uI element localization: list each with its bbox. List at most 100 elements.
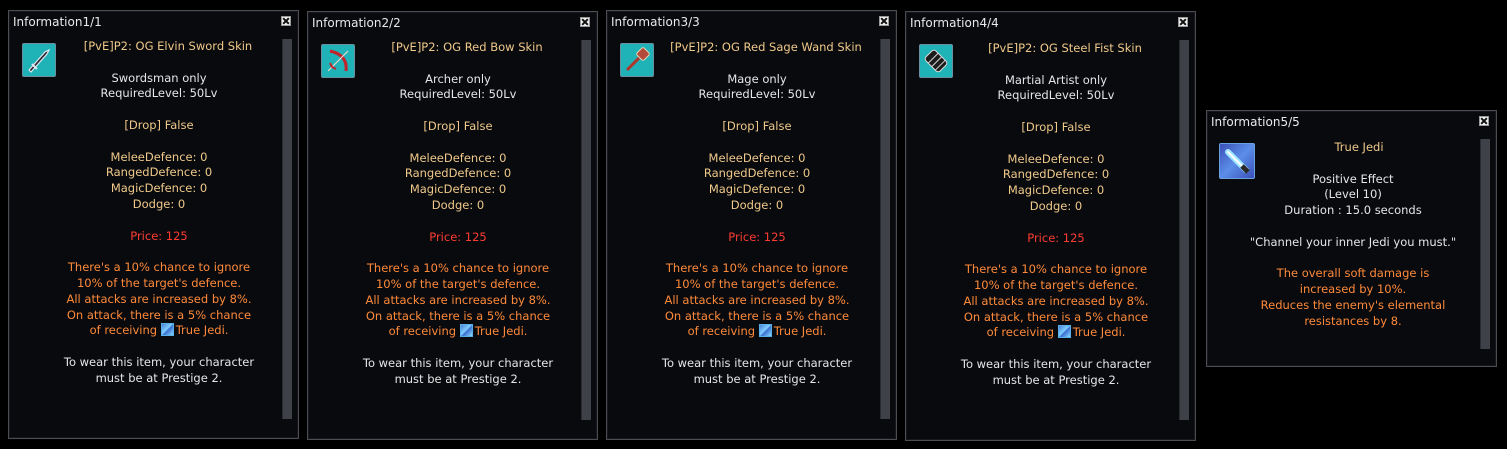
effect-line: On attack, there is a 5% chance bbox=[963, 309, 1149, 324]
magic-defence: MagicDefence: 0 bbox=[110, 181, 208, 196]
effect-line: There's a 10% chance to ignore bbox=[366, 261, 550, 276]
effect-line: 10% of the target's defence. bbox=[76, 275, 242, 290]
item-name: [PvE]P2: OG Elvin Sword Skin bbox=[83, 39, 253, 53]
price: Price: 125 bbox=[728, 229, 786, 244]
true-jedi-icon bbox=[1057, 325, 1071, 339]
close-icon[interactable] bbox=[1479, 116, 1489, 126]
dodge: Dodge: 0 bbox=[730, 197, 784, 212]
class-requirement: Archer only bbox=[425, 71, 491, 86]
dodge: Dodge: 0 bbox=[431, 197, 485, 212]
buff-quote: "Channel your inner Jedi you must." bbox=[1249, 234, 1457, 249]
level-requirement: RequiredLevel: 50Lv bbox=[399, 87, 517, 102]
wear-requirement: To wear this item, your character bbox=[960, 356, 1152, 371]
price: Price: 125 bbox=[429, 229, 487, 244]
level-requirement: RequiredLevel: 50Lv bbox=[698, 87, 816, 102]
true-jedi-icon bbox=[758, 324, 772, 338]
effect-line: All attacks are increased by 8%. bbox=[365, 292, 551, 307]
wear-requirement: To wear this item, your character bbox=[362, 355, 554, 370]
window-title: Information1/1 bbox=[13, 15, 102, 29]
item-info-window-1: Information1/1 [PvE]P2: OG Elvin Sword S… bbox=[8, 10, 299, 439]
close-icon[interactable] bbox=[879, 16, 889, 26]
effect-line: On attack, there is a 5% chance bbox=[365, 308, 551, 323]
drop-status: [Drop] False bbox=[1021, 119, 1091, 134]
effect-line: There's a 10% chance to ignore bbox=[67, 260, 251, 275]
scrollbar[interactable] bbox=[1480, 139, 1490, 349]
dodge: Dodge: 0 bbox=[1029, 198, 1083, 213]
drop-status: [Drop] False bbox=[722, 118, 792, 133]
buff-level: (Level 10) bbox=[1324, 187, 1382, 202]
ranged-defence: RangedDefence: 0 bbox=[404, 166, 512, 181]
wear-requirement: must be at Prestige 2. bbox=[693, 371, 821, 386]
buff-effect-line: Reduces the enemy's elemental bbox=[1260, 297, 1446, 312]
item-name: [PvE]P2: OG Red Sage Wand Skin bbox=[670, 40, 862, 54]
buff-name: True Jedi bbox=[1334, 140, 1384, 154]
melee-defence: MeleeDefence: 0 bbox=[708, 150, 806, 165]
ranged-defence: RangedDefence: 0 bbox=[1002, 167, 1110, 182]
melee-defence: MeleeDefence: 0 bbox=[110, 149, 208, 164]
effect-line: There's a 10% chance to ignore bbox=[665, 261, 849, 276]
scrollbar[interactable] bbox=[282, 39, 292, 419]
buff-type: Positive Effect bbox=[1312, 171, 1394, 186]
wear-requirement: must be at Prestige 2. bbox=[95, 370, 223, 385]
class-requirement: Mage only bbox=[727, 71, 787, 86]
item-info-window-4: Information4/4 [PvE]P2: OG Steel Fist Sk… bbox=[905, 11, 1196, 441]
effect-line: of receiving True Jedi. bbox=[936, 325, 1176, 341]
item-info-window-2: Information2/2 [PvE]P2: OG Red Bow Skin … bbox=[307, 11, 598, 440]
item-name: [PvE]P2: OG Red Bow Skin bbox=[391, 40, 543, 54]
window-title: Information2/2 bbox=[312, 16, 401, 30]
true-jedi-link[interactable]: True Jedi. bbox=[774, 324, 827, 338]
dodge: Dodge: 0 bbox=[132, 196, 186, 211]
effect-line: 10% of the target's defence. bbox=[674, 276, 840, 291]
effect-prefix: of receiving bbox=[687, 324, 756, 339]
effect-line: All attacks are increased by 8%. bbox=[66, 291, 252, 306]
true-jedi-link[interactable]: True Jedi. bbox=[176, 323, 229, 337]
magic-defence: MagicDefence: 0 bbox=[409, 182, 507, 197]
buff-effect-line: resistances by 8. bbox=[1304, 313, 1402, 328]
ranged-defence: RangedDefence: 0 bbox=[105, 165, 213, 180]
effect-line: On attack, there is a 5% chance bbox=[664, 308, 850, 323]
window-title: Information4/4 bbox=[910, 16, 999, 30]
effect-line: of receiving True Jedi. bbox=[637, 324, 877, 340]
close-icon[interactable] bbox=[1178, 17, 1188, 27]
item-info-window-3: Information3/3 [PvE]P2: OG Red Sage Wand… bbox=[606, 10, 897, 440]
buff-effect-line: increased by 10%. bbox=[1299, 282, 1407, 297]
item-name: [PvE]P2: OG Steel Fist Skin bbox=[988, 41, 1142, 55]
effect-line: There's a 10% chance to ignore bbox=[964, 262, 1148, 277]
price: Price: 125 bbox=[130, 228, 188, 243]
wear-requirement: must be at Prestige 2. bbox=[394, 371, 522, 386]
class-requirement: Swordsman only bbox=[111, 70, 207, 85]
window-title: Information5/5 bbox=[1211, 115, 1300, 129]
effect-line: 10% of the target's defence. bbox=[375, 276, 541, 291]
buff-info-window: Information5/5 True Jedi Positive Effect… bbox=[1206, 110, 1497, 367]
buff-duration: Duration : 15.0 seconds bbox=[1284, 203, 1422, 218]
true-jedi-link[interactable]: True Jedi. bbox=[1073, 325, 1126, 339]
class-requirement: Martial Artist only bbox=[1004, 72, 1108, 87]
effect-prefix: of receiving bbox=[89, 323, 158, 338]
melee-defence: MeleeDefence: 0 bbox=[409, 150, 507, 165]
effect-line: All attacks are increased by 8%. bbox=[963, 293, 1149, 308]
scrollbar[interactable] bbox=[880, 39, 890, 419]
effect-line: On attack, there is a 5% chance bbox=[66, 307, 252, 322]
close-icon[interactable] bbox=[580, 17, 590, 27]
close-icon[interactable] bbox=[281, 16, 291, 26]
effect-line: of receiving True Jedi. bbox=[338, 324, 578, 340]
wear-requirement: To wear this item, your character bbox=[661, 355, 853, 370]
drop-status: [Drop] False bbox=[124, 117, 194, 132]
scrollbar[interactable] bbox=[1179, 40, 1189, 420]
true-jedi-icon bbox=[459, 324, 473, 338]
true-jedi-icon bbox=[160, 323, 174, 337]
effect-line: All attacks are increased by 8%. bbox=[664, 292, 850, 307]
window-title: Information3/3 bbox=[611, 15, 700, 29]
true-jedi-link[interactable]: True Jedi. bbox=[475, 324, 528, 338]
scrollbar[interactable] bbox=[581, 40, 591, 420]
level-requirement: RequiredLevel: 50Lv bbox=[997, 88, 1115, 103]
effect-line: of receiving True Jedi. bbox=[39, 323, 279, 339]
ranged-defence: RangedDefence: 0 bbox=[703, 166, 811, 181]
effect-prefix: of receiving bbox=[388, 324, 457, 339]
magic-defence: MagicDefence: 0 bbox=[708, 182, 806, 197]
melee-defence: MeleeDefence: 0 bbox=[1007, 151, 1105, 166]
price: Price: 125 bbox=[1027, 230, 1085, 245]
wear-requirement: To wear this item, your character bbox=[63, 354, 255, 369]
level-requirement: RequiredLevel: 50Lv bbox=[100, 86, 218, 101]
magic-defence: MagicDefence: 0 bbox=[1007, 183, 1105, 198]
